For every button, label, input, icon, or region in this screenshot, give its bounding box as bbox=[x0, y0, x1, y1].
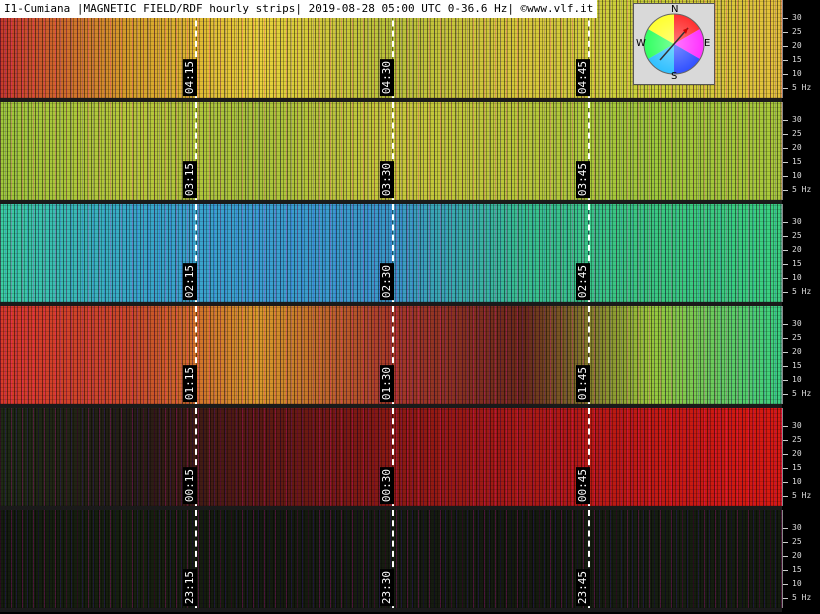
compass-north-label: N bbox=[671, 4, 679, 15]
time-marker-label: 03:45 bbox=[576, 160, 590, 198]
frequency-tick-label: 30 bbox=[792, 13, 802, 22]
frequency-tick-label: 25 bbox=[792, 333, 802, 342]
strip-hour-00: 00:15 00:30 00:45 bbox=[0, 408, 782, 510]
strip-hour-02: 02:15 02:30 02:45 bbox=[0, 204, 782, 306]
frequency-tick-label: 20 bbox=[792, 449, 802, 458]
frequency-tick-label: 5 Hz bbox=[792, 185, 812, 194]
frequency-tick-label: 15 bbox=[792, 55, 802, 64]
frequency-tick-label: 15 bbox=[792, 463, 802, 472]
compass-west-label: W bbox=[636, 38, 646, 49]
frequency-tick-label: 30 bbox=[792, 523, 802, 532]
frequency-tick-label: 5 Hz bbox=[792, 287, 812, 296]
frequency-tick-label: 15 bbox=[792, 157, 802, 166]
time-marker-label: 04:15 bbox=[183, 58, 197, 96]
time-marker-label: 04:30 bbox=[380, 58, 394, 96]
frequency-tick-label: 5 Hz bbox=[792, 389, 812, 398]
frequency-tick-label: 25 bbox=[792, 27, 802, 36]
direction-compass: N S E W bbox=[633, 3, 715, 85]
strip-hour-01: 01:15 01:30 01:45 bbox=[0, 306, 782, 408]
time-marker-label: 23:45 bbox=[576, 568, 590, 606]
frequency-axis: 30 25 20 15 10 5 Hz bbox=[782, 510, 820, 608]
frequency-tick-label: 10 bbox=[792, 579, 802, 588]
time-marker-label: 03:15 bbox=[183, 160, 197, 198]
frequency-tick-label: 10 bbox=[792, 375, 802, 384]
time-marker-label: 02:15 bbox=[183, 262, 197, 300]
frequency-tick-label: 20 bbox=[792, 41, 802, 50]
frequency-axis: 30 25 20 15 10 5 Hz bbox=[782, 102, 820, 200]
time-marker-label: 04:45 bbox=[576, 58, 590, 96]
time-marker-label: 01:15 bbox=[183, 364, 197, 402]
frequency-tick-label: 15 bbox=[792, 361, 802, 370]
frequency-tick-label: 20 bbox=[792, 245, 802, 254]
compass-east-label: E bbox=[704, 38, 711, 49]
frequency-tick-label: 30 bbox=[792, 217, 802, 226]
compass-south-label: S bbox=[671, 71, 678, 82]
frequency-tick-label: 5 Hz bbox=[792, 491, 812, 500]
frequency-tick-label: 30 bbox=[792, 319, 802, 328]
frequency-axis: 30 25 20 15 10 5 Hz bbox=[782, 306, 820, 404]
frequency-tick-label: 5 Hz bbox=[792, 83, 812, 92]
frequency-tick-label: 10 bbox=[792, 477, 802, 486]
frequency-tick-label: 30 bbox=[792, 115, 802, 124]
time-marker-label: 00:30 bbox=[380, 466, 394, 504]
frequency-tick-label: 20 bbox=[792, 551, 802, 560]
time-marker-label: 03:30 bbox=[380, 160, 394, 198]
time-marker-label: 01:45 bbox=[576, 364, 590, 402]
frequency-tick-label: 15 bbox=[792, 565, 802, 574]
time-marker-label: 02:30 bbox=[380, 262, 394, 300]
strip-hour-03: 03:15 03:30 03:45 bbox=[0, 102, 782, 204]
frequency-tick-label: 10 bbox=[792, 171, 802, 180]
frequency-axis: 30 25 20 15 10 5 Hz bbox=[782, 0, 820, 98]
time-marker-label: 23:15 bbox=[183, 568, 197, 606]
time-marker-label: 01:30 bbox=[380, 364, 394, 402]
strip-hour-23: 23:15 23:30 23:45 bbox=[0, 510, 782, 612]
time-marker-label: 00:15 bbox=[183, 466, 197, 504]
frequency-tick-label: 30 bbox=[792, 421, 802, 430]
frequency-tick-label: 20 bbox=[792, 347, 802, 356]
frequency-tick-label: 10 bbox=[792, 69, 802, 78]
frequency-axis: 30 25 20 15 10 5 Hz bbox=[782, 408, 820, 506]
time-marker-label: 00:45 bbox=[576, 466, 590, 504]
chart-title: I1-Cumiana |MAGNETIC FIELD/RDF hourly st… bbox=[0, 0, 598, 18]
frequency-tick-label: 25 bbox=[792, 231, 802, 240]
frequency-axis: 30 25 20 15 10 5 Hz bbox=[782, 204, 820, 302]
frequency-tick-label: 25 bbox=[792, 537, 802, 546]
frequency-tick-label: 15 bbox=[792, 259, 802, 268]
frequency-tick-label: 25 bbox=[792, 129, 802, 138]
frequency-tick-label: 5 Hz bbox=[792, 593, 812, 602]
frequency-tick-label: 20 bbox=[792, 143, 802, 152]
frequency-tick-label: 25 bbox=[792, 435, 802, 444]
spectrogram-strips: 04:15 04:30 04:45 03:15 03:30 03:45 02:15 02:30… bbox=[0, 0, 782, 614]
frequency-tick-label: 10 bbox=[792, 273, 802, 282]
time-marker-label: 02:45 bbox=[576, 262, 590, 300]
time-marker-label: 23:30 bbox=[380, 568, 394, 606]
